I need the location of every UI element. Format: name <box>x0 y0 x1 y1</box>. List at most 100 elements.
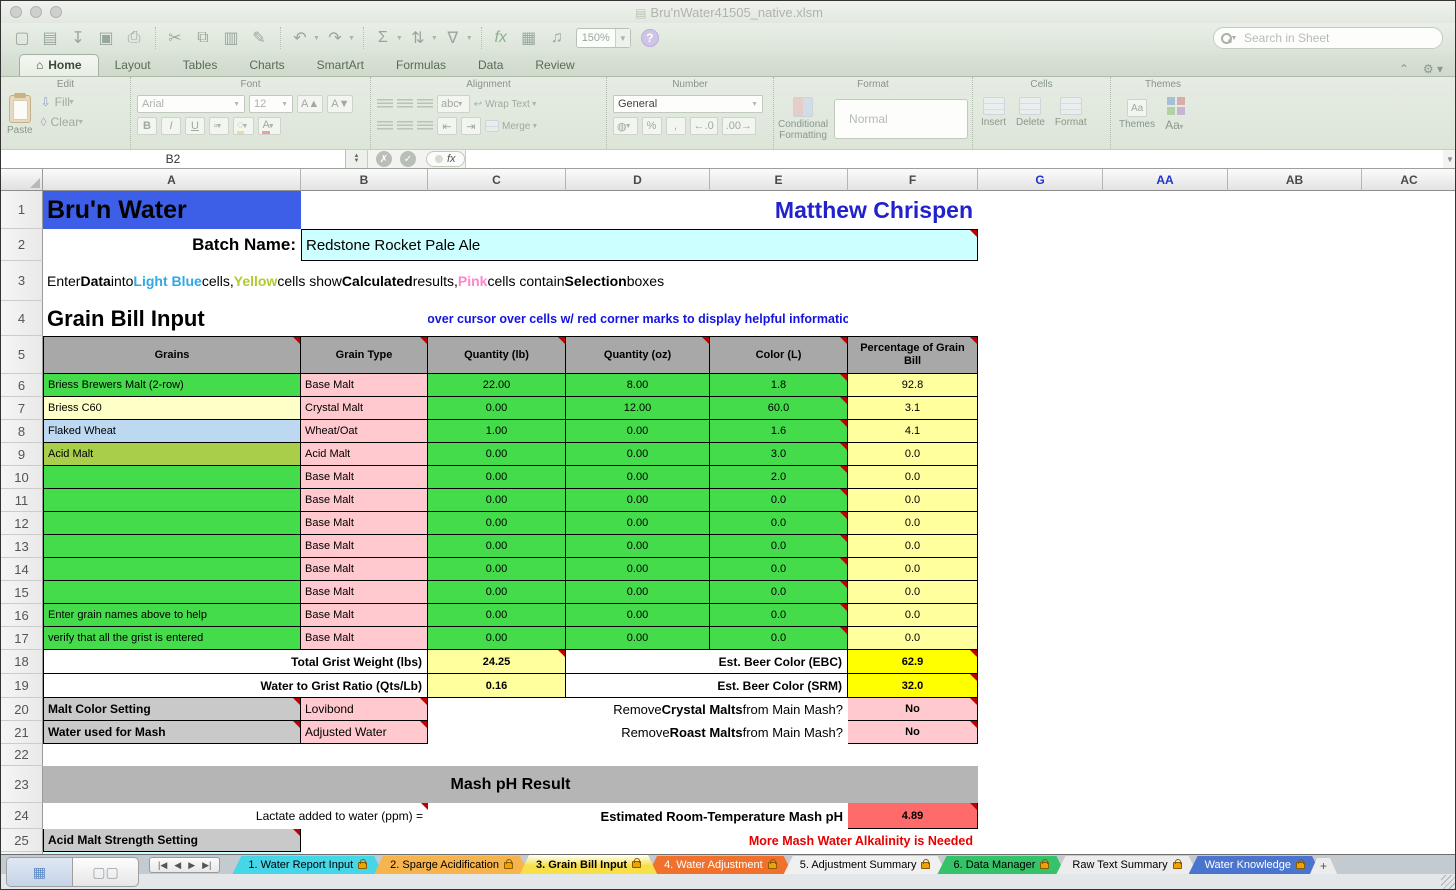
undo-icon[interactable]: ↶ <box>287 26 313 50</box>
row-header-24[interactable]: 24 <box>1 803 43 829</box>
cell-C17-qty-lb[interactable]: 0.00 <box>428 627 566 650</box>
align-top-icon[interactable] <box>377 99 393 109</box>
row-header-5[interactable]: 5 <box>1 336 43 374</box>
sheet-tab-water-knowledge[interactable]: Water Knowledge <box>1189 856 1321 874</box>
ribbon-tab-smartart[interactable]: SmartArt <box>301 55 380 76</box>
formula-input[interactable] <box>465 150 1443 168</box>
gallery-icon[interactable]: ▦ <box>516 26 542 50</box>
search-input[interactable] <box>1244 31 1424 45</box>
sheet-tab-scroll-buttons[interactable]: |◀ ◀ ▶ ▶| <box>149 857 220 873</box>
ribbon-tab-layout[interactable]: Layout <box>99 55 167 76</box>
cell-E14-color-l[interactable]: 0.0 <box>710 558 848 581</box>
sheet-tab-1-water-report-input[interactable]: 1. Water Report Input <box>232 856 383 874</box>
import-icon[interactable]: ↧ <box>65 26 91 50</box>
zoom-control[interactable]: 150%▼ <box>576 28 631 48</box>
autosum-icon[interactable]: Σ <box>370 26 396 50</box>
theme-fonts-button[interactable]: Aa▼ <box>1165 118 1187 132</box>
themes-button[interactable]: Aa Themes <box>1119 99 1155 130</box>
cell-E7-color-l[interactable]: 60.0 <box>710 397 848 420</box>
decrease-decimal-icon[interactable]: .00→ <box>722 117 756 135</box>
ribbon-tab-formulas[interactable]: Formulas <box>380 55 462 76</box>
grain-header-5[interactable]: Percentage of Grain Bill <box>848 336 978 374</box>
name-box[interactable]: B2 <box>1 150 346 168</box>
sort-icon[interactable]: ⇅ <box>405 26 431 50</box>
cell-E8-color-l[interactable]: 1.6 <box>710 420 848 443</box>
cell-C9-qty-lb[interactable]: 0.00 <box>428 443 566 466</box>
cell-B9-grain-type[interactable]: Acid Malt <box>301 443 428 466</box>
cell-B13-grain-type[interactable]: Base Malt <box>301 535 428 558</box>
column-header-G[interactable]: G <box>978 169 1103 191</box>
align-left-icon[interactable] <box>377 121 393 131</box>
row-header-13[interactable]: 13 <box>1 535 43 558</box>
ribbon-tab-review[interactable]: Review <box>519 55 590 76</box>
label-malt_color_label[interactable]: Malt Color Setting <box>43 698 301 721</box>
cell-B11-grain-type[interactable]: Base Malt <box>301 489 428 512</box>
font-size-select[interactable]: 12▼ <box>249 95 293 113</box>
clear-button[interactable]: ◊Clear▼ <box>41 115 87 129</box>
increase-decimal-icon[interactable]: ←.0 <box>690 117 718 135</box>
theme-colors-icon[interactable] <box>1167 97 1185 115</box>
column-header-AC[interactable]: AC <box>1362 169 1456 191</box>
cell-mash-ph-value[interactable]: 4.89 <box>848 803 978 829</box>
cell-B8-grain-type[interactable]: Wheat/Oat <box>301 420 428 443</box>
column-header-D[interactable]: D <box>566 169 710 191</box>
cell-F15-pct[interactable]: 0.0 <box>848 581 978 604</box>
cell-B12-grain-type[interactable]: Base Malt <box>301 512 428 535</box>
underline-button[interactable]: U <box>185 117 205 135</box>
column-header-AA[interactable]: AA <box>1103 169 1228 191</box>
row-header-20[interactable]: 20 <box>1 698 43 721</box>
label-total-grist[interactable]: Total Grist Weight (lbs) <box>43 650 428 674</box>
cell-D10-qty-oz[interactable]: 0.00 <box>566 466 710 489</box>
cell-ratio-value[interactable]: 0.16 <box>428 674 566 698</box>
grain-header-3[interactable]: Quantity (oz) <box>566 336 710 374</box>
function-builder-button[interactable]: fx <box>426 151 465 167</box>
delete-cells-button[interactable]: Delete <box>1016 97 1045 128</box>
cell-D16-qty-oz[interactable]: 0.00 <box>566 604 710 627</box>
cell-C8-qty-lb[interactable]: 1.00 <box>428 420 566 443</box>
row-header-23[interactable]: 23 <box>1 766 43 803</box>
wrap-text-button[interactable]: ↩Wrap Text▼ <box>474 99 540 110</box>
conditional-formatting-button[interactable]: Conditional Formatting <box>778 97 828 141</box>
cell-F8-pct[interactable]: 4.1 <box>848 420 978 443</box>
cell-author[interactable]: Matthew Chrispen <box>301 191 978 229</box>
cell-batch-name-input[interactable]: Redstone Rocket Pale Ale <box>301 229 978 261</box>
row-header-12[interactable]: 12 <box>1 512 43 535</box>
number-format-select[interactable]: General▼ <box>613 95 763 113</box>
row-header-7[interactable]: 7 <box>1 397 43 420</box>
cell-E11-color-l[interactable]: 0.0 <box>710 489 848 512</box>
row-header-9[interactable]: 9 <box>1 443 43 466</box>
cell-A13-grain[interactable] <box>43 535 301 558</box>
cell-F13-pct[interactable]: 0.0 <box>848 535 978 558</box>
fill-color-button[interactable]: ◌▼ <box>233 117 254 135</box>
cell-A11-grain[interactable] <box>43 489 301 512</box>
cell-roast-answer[interactable]: No <box>848 721 978 744</box>
row-header-11[interactable]: 11 <box>1 489 43 512</box>
cell-D7-qty-oz[interactable]: 12.00 <box>566 397 710 420</box>
copy-icon[interactable]: ⧉ <box>190 26 216 50</box>
column-header-F[interactable]: F <box>848 169 978 191</box>
row-header-19[interactable]: 19 <box>1 674 43 698</box>
cell-water-select[interactable]: Adjusted Water <box>301 721 428 744</box>
ribbon-tab-data[interactable]: Data <box>462 55 519 76</box>
media-icon[interactable]: ♫ <box>544 26 570 50</box>
align-center-icon[interactable] <box>397 121 413 131</box>
cell-srm-value[interactable]: 32.0 <box>848 674 978 698</box>
cell-B14-grain-type[interactable]: Base Malt <box>301 558 428 581</box>
row-header-10[interactable]: 10 <box>1 466 43 489</box>
font-family-select[interactable]: Arial▼ <box>137 95 245 113</box>
grain-header-2[interactable]: Quantity (lb) <box>428 336 566 374</box>
resize-grip[interactable] <box>1441 875 1456 890</box>
cell-B15-grain-type[interactable]: Base Malt <box>301 581 428 604</box>
row-header-16[interactable]: 16 <box>1 604 43 627</box>
zoom-dropdown-icon[interactable]: ▼ <box>615 29 630 47</box>
cell-F11-pct[interactable]: 0.0 <box>848 489 978 512</box>
cell-B16-grain-type[interactable]: Base Malt <box>301 604 428 627</box>
cell-D14-qty-oz[interactable]: 0.00 <box>566 558 710 581</box>
cell-D17-qty-oz[interactable]: 0.00 <box>566 627 710 650</box>
format-cells-button[interactable]: Format <box>1055 97 1087 128</box>
sheet-tab-6-data-manager[interactable]: 6. Data Manager <box>937 856 1065 874</box>
formula-bar-expand-icon[interactable]: ▼ <box>1443 155 1456 164</box>
decrease-font-icon[interactable]: A▼ <box>327 95 353 113</box>
percent-format-icon[interactable]: % <box>642 117 662 135</box>
select-all-corner[interactable] <box>1 169 43 191</box>
